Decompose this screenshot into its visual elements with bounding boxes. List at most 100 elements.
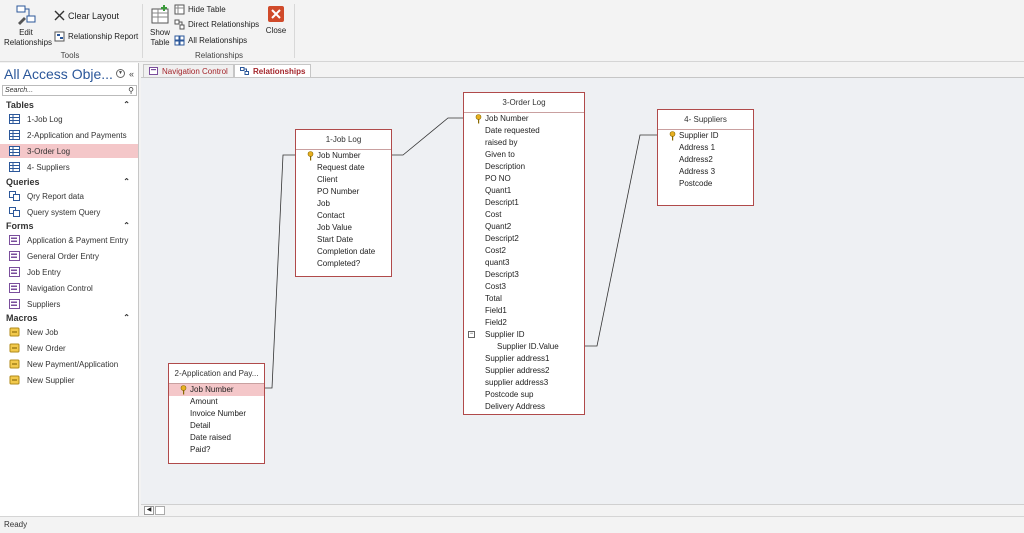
section-forms[interactable]: Forms ⌃ — [0, 220, 138, 232]
nav-pane-title[interactable]: All Access Obje... — [4, 66, 113, 82]
field-amount[interactable]: Amount — [169, 396, 264, 408]
field-quant1[interactable]: Quant1 — [464, 185, 584, 197]
field-address-1[interactable]: Address 1 — [658, 142, 753, 154]
nav-item-new-payment-application[interactable]: New Payment/Application — [0, 357, 138, 371]
field-po-no[interactable]: PO NO — [464, 173, 584, 185]
show-table-button[interactable]: Show Table — [146, 4, 174, 48]
field-address-3[interactable]: Address 3 — [658, 166, 753, 178]
collapse-section-icon[interactable]: ⌃ — [123, 312, 130, 324]
table-order-log[interactable]: 3-Order Log Job Number Date requested ra… — [463, 92, 585, 415]
table-title[interactable]: 4- Suppliers — [658, 110, 753, 130]
scroll-left-icon[interactable]: ◀ — [144, 506, 154, 515]
field-cost3[interactable]: Cost3 — [464, 281, 584, 293]
collapse-section-icon[interactable]: ⌃ — [123, 220, 130, 232]
search-icon[interactable]: ⚲ — [128, 86, 134, 95]
relationship-line-joblog-orderlog[interactable] — [391, 117, 463, 156]
field-job-number[interactable]: Job Number — [464, 113, 584, 125]
field-given-to[interactable]: Given to — [464, 149, 584, 161]
field-description[interactable]: Description — [464, 161, 584, 173]
nav-item-order-log[interactable]: 3-Order Log — [0, 144, 138, 158]
field-invoice-number[interactable]: Invoice Number — [169, 408, 264, 420]
nav-item-navigation-control[interactable]: Navigation Control — [0, 281, 138, 295]
field-supplier-id[interactable]: Supplier ID — [658, 130, 753, 142]
field-cost2[interactable]: Cost2 — [464, 245, 584, 257]
nav-item-qry-report-data[interactable]: Qry Report data — [0, 189, 138, 203]
field-field1[interactable]: Field1 — [464, 305, 584, 317]
field-descript3[interactable]: Descript3 — [464, 269, 584, 281]
all-relationships-button[interactable]: All Relationships — [174, 35, 247, 46]
nav-item-suppliers-table[interactable]: 4- Suppliers — [0, 160, 138, 174]
nav-item-general-order-entry[interactable]: General Order Entry — [0, 249, 138, 263]
relationship-report-button[interactable]: Relationship Report — [54, 31, 138, 42]
table-application-payments[interactable]: 2-Application and Pay... Job Number Amou… — [168, 363, 265, 464]
hide-table-button[interactable]: Hide Table — [174, 4, 226, 15]
field-detail[interactable]: Detail — [169, 420, 264, 432]
field-po-number[interactable]: PO Number — [296, 186, 391, 198]
table-title[interactable]: 2-Application and Pay... — [169, 364, 264, 384]
nav-item-query-system-query[interactable]: Query system Query — [0, 205, 138, 219]
field-raised-by[interactable]: raised by — [464, 137, 584, 149]
field-cost[interactable]: Cost — [464, 209, 584, 221]
field-postcode[interactable]: Postcode — [658, 178, 753, 190]
section-queries[interactable]: Queries ⌃ — [0, 176, 138, 188]
field-start-date[interactable]: Start Date — [296, 234, 391, 246]
relationship-line-apppay-joblog[interactable] — [264, 154, 295, 389]
field-supplier-address3[interactable]: supplier address3 — [464, 377, 584, 389]
nav-item-suppliers-form[interactable]: Suppliers — [0, 297, 138, 311]
nav-item-new-job[interactable]: New Job — [0, 325, 138, 339]
close-button[interactable]: Close — [262, 6, 290, 36]
nav-item-job-log[interactable]: 1-Job Log — [0, 112, 138, 126]
field-date-raised[interactable]: Date raised — [169, 432, 264, 444]
field-delivery-address[interactable]: Delivery Address — [464, 401, 584, 413]
field-job-number[interactable]: Job Number — [296, 150, 391, 162]
field-completion-date[interactable]: Completion date — [296, 246, 391, 258]
field-job[interactable]: Job — [296, 198, 391, 210]
field-request-date[interactable]: Request date — [296, 162, 391, 174]
nav-item-application-payments[interactable]: 2-Application and Payments — [0, 128, 138, 142]
field-total[interactable]: Total — [464, 293, 584, 305]
nav-item-job-entry[interactable]: Job Entry — [0, 265, 138, 279]
field-supplier-id[interactable]: − Supplier ID — [464, 329, 584, 341]
field-paid[interactable]: Paid? — [169, 444, 264, 456]
field-descript1[interactable]: Descript1 — [464, 197, 584, 209]
relationship-line-orderlog-suppliers[interactable] — [585, 134, 657, 347]
field-client[interactable]: Client — [296, 174, 391, 186]
field-supplier-id-value[interactable]: Supplier ID.Value — [464, 341, 584, 353]
tab-navigation-control[interactable]: Navigation Control — [143, 64, 234, 77]
table-title[interactable]: 3-Order Log — [464, 93, 584, 113]
field-completed[interactable]: Completed? — [296, 258, 391, 270]
collapse-pane-icon[interactable]: « — [129, 69, 134, 79]
field-postcode-sup[interactable]: Postcode sup — [464, 389, 584, 401]
field-job-number[interactable]: Job Number — [169, 384, 264, 396]
nav-search-input[interactable]: Search... ⚲ — [2, 85, 137, 96]
edit-relationships-button[interactable]: Edit Relationships — [2, 4, 52, 48]
tab-relationships[interactable]: Relationships — [234, 64, 312, 77]
horizontal-scrollbar[interactable]: ◀ — [141, 504, 1024, 516]
field-contact[interactable]: Contact — [296, 210, 391, 222]
section-tables[interactable]: Tables ⌃ — [0, 99, 138, 111]
direct-relationships-button[interactable]: Direct Relationships — [174, 19, 259, 30]
table-suppliers[interactable]: 4- Suppliers Supplier ID Address 1 Addre… — [657, 109, 754, 206]
nav-item-new-supplier[interactable]: New Supplier — [0, 373, 138, 387]
field-supplier-address2[interactable]: Supplier address2 — [464, 365, 584, 377]
table-job-log[interactable]: 1-Job Log Job Number Request date Client… — [295, 129, 392, 277]
field-date-requested[interactable]: Date requested — [464, 125, 584, 137]
collapse-field-icon[interactable]: − — [468, 331, 475, 338]
section-macros[interactable]: Macros ⌃ — [0, 312, 138, 324]
nav-item-new-order[interactable]: New Order — [0, 341, 138, 355]
collapse-section-icon[interactable]: ⌃ — [123, 176, 130, 188]
clear-layout-button[interactable]: Clear Layout — [54, 10, 119, 21]
scroll-thumb[interactable] — [155, 506, 165, 515]
collapse-section-icon[interactable]: ⌃ — [123, 99, 130, 111]
nav-dropdown-icon[interactable]: ▼ — [115, 69, 125, 78]
table-title[interactable]: 1-Job Log — [296, 130, 391, 150]
field-quant2[interactable]: Quant2 — [464, 221, 584, 233]
field-address2[interactable]: Address2 — [658, 154, 753, 166]
field-descript2[interactable]: Descript2 — [464, 233, 584, 245]
field-supplier-address1[interactable]: Supplier address1 — [464, 353, 584, 365]
field-quant3[interactable]: quant3 — [464, 257, 584, 269]
relationships-canvas[interactable]: 1-Job Log Job Number Request date Client… — [141, 77, 1024, 504]
field-job-value[interactable]: Job Value — [296, 222, 391, 234]
nav-item-application-payment-entry[interactable]: Application & Payment Entry — [0, 233, 138, 247]
field-field2[interactable]: Field2 — [464, 317, 584, 329]
